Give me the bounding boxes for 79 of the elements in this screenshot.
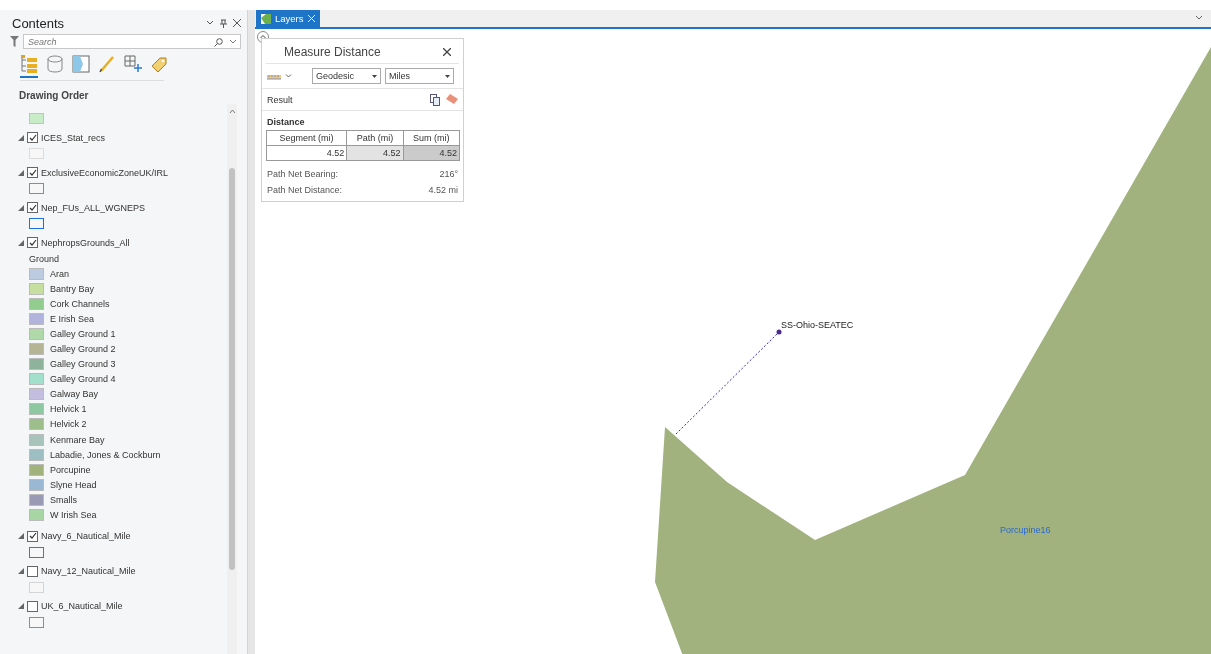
layer-name[interactable]: Navy_12_Nautical_Mile: [41, 566, 136, 577]
pin-icon[interactable]: [220, 18, 227, 28]
legend-label: Cork Channels: [50, 298, 110, 309]
legend-label: Helvick 1: [50, 404, 87, 415]
layer-name[interactable]: UK_6_Nautical_Mile: [41, 601, 123, 612]
layer-name[interactable]: NephropsGrounds_All: [41, 237, 130, 248]
method-dropdown[interactable]: Geodesic: [312, 68, 381, 84]
column-header: Segment (mi): [266, 130, 347, 146]
layer-name[interactable]: ExclusiveEconomicZoneUK/IRL: [41, 167, 169, 178]
field-value: 216°: [439, 169, 458, 179]
expand-triangle-icon[interactable]: [18, 134, 24, 141]
section-heading: Distance: [266, 116, 306, 129]
pencil-icon: [98, 55, 116, 73]
legend-label: Smalls: [50, 494, 77, 505]
expand-triangle-icon[interactable]: [18, 568, 24, 575]
legend-label: Labadie, Jones & Cockburn: [50, 449, 161, 460]
field-value: 4.52 mi: [428, 185, 458, 195]
list-tree-icon: [20, 55, 38, 73]
copy-icon[interactable]: [430, 94, 440, 106]
dropdown-arrow-icon: [372, 74, 377, 78]
legend-label: Slyne Head: [50, 479, 97, 490]
field-label: Path Net Bearing:: [267, 169, 339, 179]
grid-plus-icon: [124, 55, 142, 73]
close-icon[interactable]: [233, 18, 241, 27]
tag-icon: [150, 55, 168, 73]
pane-title: Contents: [12, 15, 66, 31]
expand-triangle-icon[interactable]: [18, 603, 24, 610]
search-field[interactable]: Search: [23, 34, 241, 49]
view-tab[interactable]: [20, 55, 38, 78]
legend-label: Aran: [50, 268, 69, 279]
chevron-down-icon[interactable]: [229, 38, 237, 46]
chevron-down-icon[interactable]: [206, 18, 214, 27]
layer-name[interactable]: ICES_Stat_recs: [41, 132, 106, 143]
legend-label: Galley Ground 1: [50, 328, 116, 339]
expand-triangle-icon[interactable]: [18, 204, 24, 211]
polygon-label: Porcupine16: [1000, 525, 1051, 535]
scrollbar[interactable]: [227, 104, 237, 654]
column-header: Path (mi): [346, 130, 404, 146]
legend-label: Galley Ground 3: [50, 359, 116, 370]
layer-checkbox[interactable]: [27, 237, 38, 248]
layer-name[interactable]: Nep_FUs_ALL_WGNEPS: [41, 202, 146, 213]
field-label: Path Net Distance:: [267, 185, 343, 195]
panel-title: Measure Distance: [284, 45, 381, 59]
layer-checkbox[interactable]: [27, 565, 38, 577]
column-header: Sum (mi): [403, 130, 460, 146]
field-label: Ground: [28, 253, 61, 266]
map-icon: [261, 13, 271, 24]
filter-icon[interactable]: [10, 36, 19, 47]
legend-label: E Irish Sea: [50, 313, 95, 324]
legend-label: Galley Ground 2: [50, 344, 116, 354]
legend-label: Bantry Bay: [50, 283, 95, 294]
unit-dropdown[interactable]: Miles: [385, 68, 454, 84]
layer-checkbox[interactable]: [27, 600, 38, 612]
point-marker: [776, 329, 782, 335]
legend-label: Helvick 2: [50, 419, 87, 430]
expand-triangle-icon[interactable]: [18, 169, 24, 176]
section-label: Result: [267, 95, 293, 105]
legend-label: Kenmare Bay: [50, 434, 105, 445]
legend-label: Porcupine: [50, 464, 91, 475]
section-heading: Drawing Order: [18, 89, 90, 101]
legend-label: Galway Bay: [50, 389, 99, 400]
layer-checkbox[interactable]: [27, 202, 38, 213]
layer-checkbox[interactable]: [27, 132, 38, 143]
database-icon: [46, 55, 64, 73]
point-label: SS-Ohio-SEATEC: [781, 320, 854, 330]
layer-checkbox[interactable]: [27, 167, 38, 178]
map-selection-icon: [72, 55, 90, 73]
map-tab[interactable]: Layers: [256, 10, 320, 27]
close-icon[interactable]: [443, 48, 451, 56]
layer-name[interactable]: Navy_6_Nautical_Mile: [41, 531, 131, 542]
layer-checkbox[interactable]: [27, 530, 38, 542]
expand-triangle-icon[interactable]: [18, 533, 24, 540]
chevron-up-icon[interactable]: [228, 109, 236, 114]
chevron-down-icon[interactable]: [1195, 15, 1203, 21]
legend-label: Galley Ground 4: [50, 374, 116, 385]
dropdown-arrow-icon: [445, 74, 450, 78]
legend-label: W Irish Sea: [50, 510, 97, 521]
expand-triangle-icon[interactable]: [18, 239, 24, 246]
search-icon[interactable]: [214, 38, 223, 47]
